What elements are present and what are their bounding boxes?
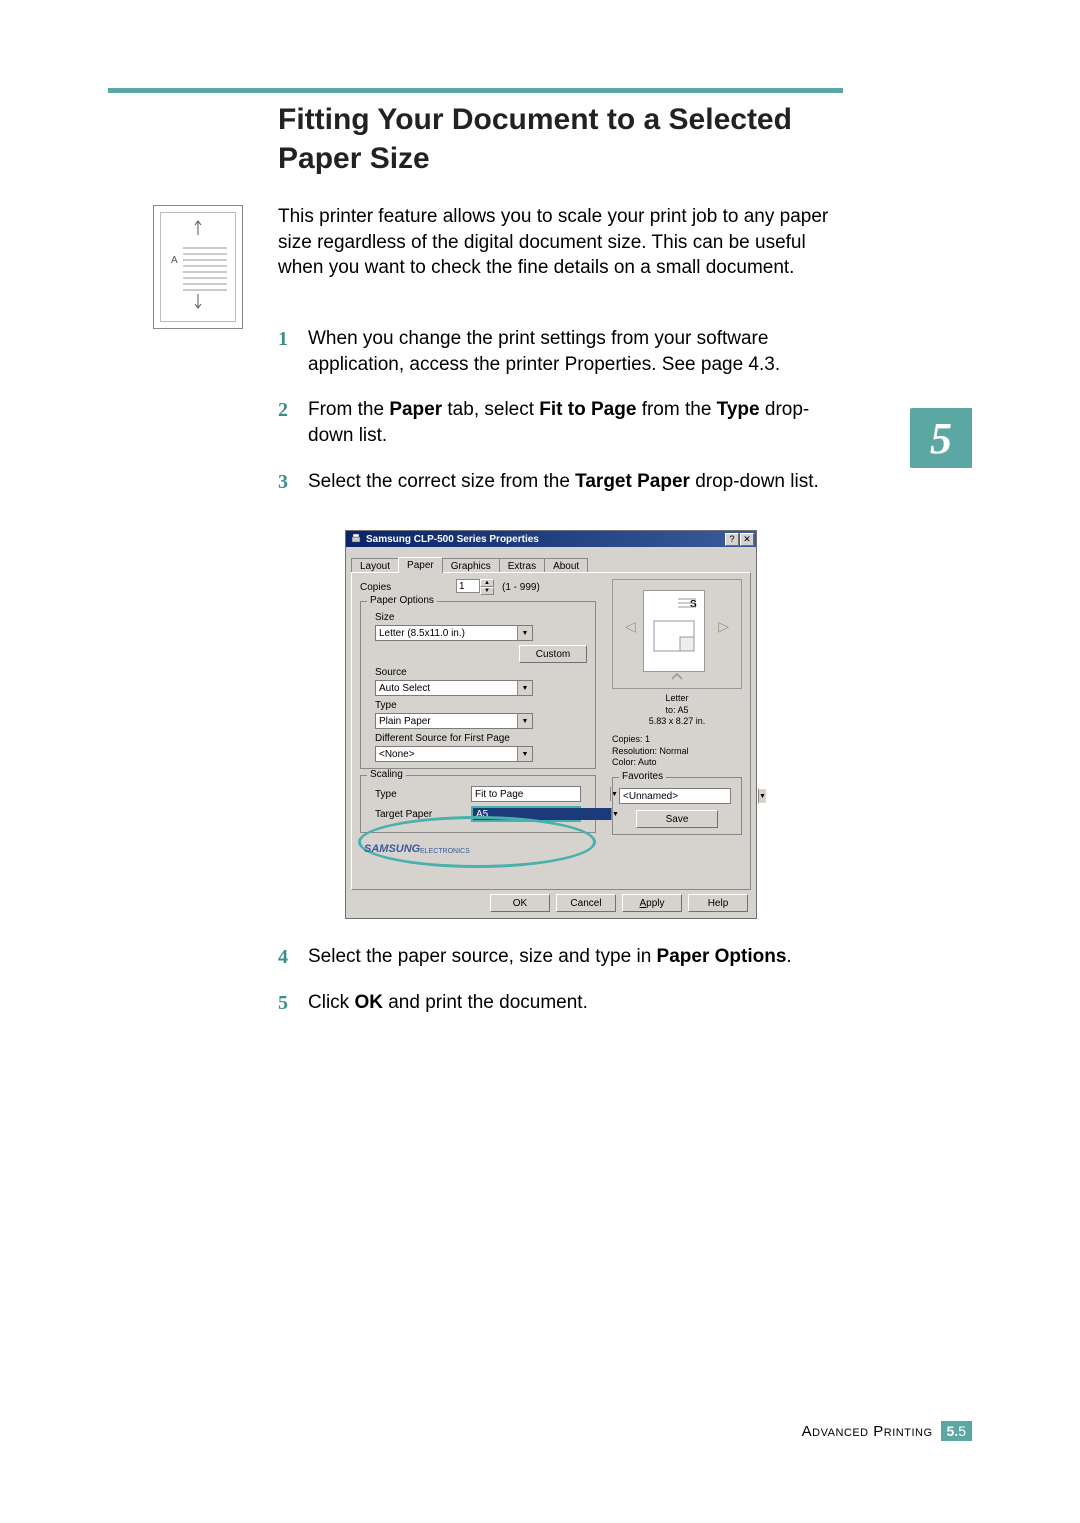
intro-paragraph: This printer feature allows you to scale…: [278, 204, 838, 281]
group-title: Paper Options: [367, 595, 437, 606]
chevron-down-icon[interactable]: ▼: [517, 681, 532, 695]
step-num: 5: [278, 990, 288, 1017]
favorites-group: Favorites ▼ Save: [612, 777, 742, 835]
dialog-title: Samsung CLP-500 Series Properties: [366, 534, 724, 545]
diff-source-dropdown[interactable]: ▼: [375, 746, 533, 762]
triangle-left-icon[interactable]: ◁: [625, 618, 636, 635]
arrow-up-icon: [193, 219, 203, 242]
triangle-up-icon: [670, 673, 684, 681]
copies-input[interactable]: [456, 579, 480, 593]
scaling-type-value[interactable]: [472, 787, 610, 801]
help-titlebar-button[interactable]: ?: [725, 533, 739, 546]
page-footer: Advanced Printing 5.5: [802, 1421, 972, 1441]
printer-properties-dialog: Samsung CLP-500 Series Properties ? ✕ La…: [345, 530, 757, 919]
step-4: 4 Select the paper source, size and type…: [278, 944, 848, 970]
help-button[interactable]: Help: [688, 894, 748, 912]
target-paper-value[interactable]: [473, 808, 611, 820]
steps-before-dialog: 1 When you change the print settings fro…: [278, 326, 848, 514]
steps-after-dialog: 4 Select the paper source, size and type…: [278, 944, 848, 1035]
preview-caption: Letter to: A5 5.83 x 8.27 in.: [612, 693, 742, 728]
apply-button[interactable]: Apply: [622, 894, 682, 912]
close-titlebar-button[interactable]: ✕: [740, 533, 754, 546]
step-num: 3: [278, 469, 288, 496]
chevron-down-icon[interactable]: ▼: [517, 714, 532, 728]
step-3: 3 Select the correct size from the Targe…: [278, 469, 848, 495]
printer-icon: [350, 533, 362, 545]
triangle-right-icon[interactable]: ▷: [718, 618, 729, 635]
top-rule: [108, 88, 843, 93]
step-num: 4: [278, 944, 288, 971]
preview-page: S: [643, 590, 705, 672]
group-title: Scaling: [367, 769, 406, 780]
chevron-down-icon[interactable]: ▼: [517, 626, 532, 640]
ok-button[interactable]: OK: [490, 894, 550, 912]
tab-paper[interactable]: Paper: [398, 557, 443, 573]
diff-source-value[interactable]: [376, 747, 517, 761]
tab-strip: Layout Paper Graphics Extras About: [351, 555, 751, 573]
diff-source-label: Different Source for First Page: [375, 733, 587, 744]
paper-options-group: Paper Options Size ▼ Custom Source ▼: [360, 601, 596, 769]
favorites-value[interactable]: [620, 789, 758, 803]
dialog-buttons: OK Cancel Apply Help: [346, 894, 756, 912]
step-5: 5 Click OK and print the document.: [278, 990, 848, 1016]
size-dropdown[interactable]: ▼: [375, 625, 533, 641]
tab-panel-paper: Copies ▲ ▼ (1 - 999) Paper Options: [351, 572, 751, 890]
source-dropdown[interactable]: ▼: [375, 680, 533, 696]
copies-row: Copies ▲ ▼ (1 - 999): [360, 579, 596, 595]
group-title: Favorites: [619, 771, 666, 782]
brand-sub: ELECTRONICS: [420, 848, 470, 855]
copies-range: (1 - 999): [502, 582, 540, 593]
step-num: 1: [278, 326, 288, 353]
cancel-button[interactable]: Cancel: [556, 894, 616, 912]
spin-down-icon[interactable]: ▼: [480, 587, 494, 595]
target-paper-dropdown[interactable]: ▼: [471, 806, 581, 822]
chapter-tab: 5: [910, 408, 972, 468]
step-text: When you change the print settings from …: [308, 328, 780, 375]
step-1: 1 When you change the print settings fro…: [278, 326, 848, 377]
footer-pagenum: 5.5: [941, 1421, 972, 1441]
size-label: Size: [375, 612, 587, 623]
chevron-down-icon[interactable]: ▼: [517, 747, 532, 761]
type-label: Type: [375, 700, 587, 711]
size-value[interactable]: [376, 626, 517, 640]
page: Fitting Your Document to a Selected Pape…: [0, 0, 1080, 1523]
scaling-type-dropdown[interactable]: ▼: [471, 786, 581, 802]
spin-up-icon[interactable]: ▲: [480, 579, 494, 587]
copies-spinner[interactable]: ▲ ▼: [456, 579, 496, 595]
copies-label: Copies: [360, 582, 456, 593]
scaling-type-label: Type: [375, 789, 471, 800]
preview-area: ◁ S ▷: [612, 579, 742, 689]
source-value[interactable]: [376, 681, 517, 695]
brand-logo: SAMSUNG: [364, 843, 420, 855]
favorites-dropdown[interactable]: ▼: [619, 788, 731, 804]
chevron-down-icon[interactable]: ▼: [758, 789, 766, 803]
scaling-group: Scaling Type ▼ Target Paper: [360, 775, 596, 833]
scale-illustration: A: [153, 205, 243, 329]
dialog-titlebar[interactable]: Samsung CLP-500 Series Properties ? ✕: [346, 531, 756, 547]
info-lines: Copies: 1 Resolution: Normal Color: Auto: [612, 734, 742, 769]
custom-button[interactable]: Custom: [519, 645, 587, 663]
footer-section: Advanced Printing: [802, 1423, 933, 1440]
save-button[interactable]: Save: [636, 810, 718, 828]
target-paper-label: Target Paper: [375, 809, 471, 820]
close-icon: ✕: [743, 534, 751, 545]
illus-a-label: A: [171, 255, 178, 266]
step-2: 2 From the Paper tab, select Fit to Page…: [278, 397, 848, 448]
type-value[interactable]: [376, 714, 517, 728]
type-dropdown[interactable]: ▼: [375, 713, 533, 729]
source-label: Source: [375, 667, 587, 678]
arrow-down-icon: [193, 292, 203, 315]
page-title: Fitting Your Document to a Selected Pape…: [278, 100, 843, 178]
step-num: 2: [278, 397, 288, 424]
